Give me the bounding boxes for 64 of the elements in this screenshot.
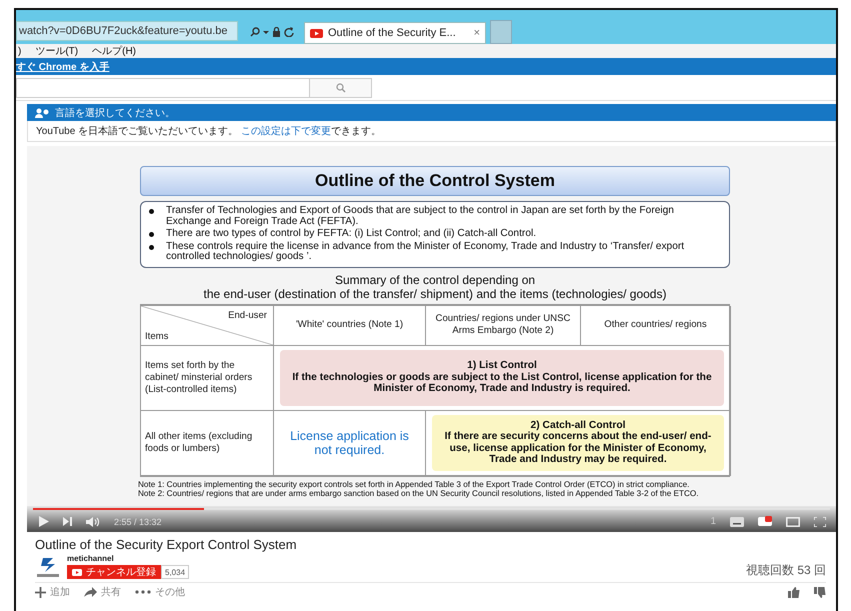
view-count: 視聴回数 53 回 [746, 562, 826, 579]
close-button[interactable]: × [474, 27, 480, 39]
caret-icon[interactable] [263, 29, 269, 35]
browser-tab[interactable]: Outline of the Security E... × [304, 22, 486, 44]
refresh-icon[interactable] [284, 27, 294, 37]
slide-title: Outline of the Control System [140, 166, 730, 196]
table-cell: License application is not required. [274, 410, 426, 476]
subscriber-count: 5,034 [161, 565, 190, 579]
menu-item[interactable]: ツール(T) [35, 44, 78, 58]
time-display: 2:55 / 13:32 [114, 516, 162, 526]
box-text: If the technologies or goods are subject to the List Control, license application for the Minister of Economy, Trade and Industry is required. [291, 372, 713, 395]
summary-text: Summary of the control depending on [334, 272, 536, 286]
people-icon [35, 108, 49, 118]
summary-text: the end-user (destination of the transfer/ shipment) and the items (technologies/ goods) [204, 286, 666, 300]
table-header: Other countries/ regions [581, 306, 731, 346]
plus-icon [35, 586, 46, 598]
box-heading: 2) Catch-all Control [530, 420, 626, 431]
annotation-count: 1 [710, 516, 716, 527]
channel-logo-icon[interactable] [35, 555, 61, 579]
table-cell: All other items (excluding foods or lumbers) [141, 410, 274, 476]
footnote: Note 1: Countries implementing the security export controls set forth in Appended Table 3 of the Export Trade Control Order (ETCO) in strict compliance. [138, 480, 690, 488]
captions-icon[interactable] [730, 516, 744, 526]
bullet-icon [149, 209, 154, 214]
notice-title: 言語を選択してください。 [55, 106, 175, 120]
table-header: 'White' countries (Note 1) [274, 306, 426, 346]
chrome-link[interactable]: すぐ Chrome を入手 [16, 60, 110, 74]
youtube-icon [310, 28, 323, 38]
action-button[interactable]: その他 [135, 585, 185, 599]
bullet-text: Transfer of Technologies and Export of Goods that are subject to the control in Japan are set forth by the Foreign Exchange and Foreign Trade Act (FEFTA). [166, 206, 675, 227]
bullet-text: These controls require the license in advance from the Minister of Economy, Trade and Industry to ‘Transfer/ export controlled technologies/ goods ’. [166, 242, 686, 262]
fullscreen-icon[interactable] [814, 516, 826, 526]
notice-text: YouTube を日本語でご覧いただいています。 この設定は下で変更できます。 [36, 124, 381, 138]
lock-icon [272, 27, 281, 37]
bullet-text: There are two types of control by FEFTA: (i) List Control; and (ii) Catch-all Control. [166, 229, 536, 240]
address-bar[interactable]: watch?v=0D6BU7F2uck&feature=youtu.be [16, 21, 238, 41]
thumbs-down-icon[interactable] [814, 586, 826, 598]
theater-icon[interactable] [786, 516, 800, 526]
next-icon[interactable] [63, 517, 72, 526]
box-text: If there are security concerns about the end-user/ end-use, license application for the Minister of Economy, Trade and Industry may be required. [444, 431, 712, 466]
play-icon[interactable] [39, 516, 49, 527]
action-button[interactable]: 共有 [84, 585, 121, 599]
volume-icon[interactable] [86, 516, 100, 526]
channel-name[interactable]: metichannel [67, 554, 190, 563]
table-cell: Items set forth by the cabinet/ minsterial orders (List-controlled items) [141, 346, 274, 410]
share-icon [84, 587, 97, 597]
bullet-icon [149, 244, 154, 250]
footnote: Note 2: Countries/ regions that are under arms embargo sanction based on the UN Security Council resolutions, listed in Appended Table 3-2 of the ETCO. [138, 488, 700, 498]
thumbs-up-icon[interactable] [788, 586, 800, 598]
table-header: Items [145, 330, 168, 342]
video-title: Outline of the Security Export Control System [35, 537, 298, 552]
search-icon [336, 82, 346, 92]
table-header: Countries/ regions under UNSC Arms Embargo (Note 2) [426, 306, 581, 346]
more-icon [135, 590, 151, 594]
table-header: End-user [228, 310, 267, 320]
youtube-icon [72, 568, 82, 576]
settings-link[interactable]: この設定は下で変更 [240, 126, 331, 137]
menu-item[interactable]: ) [18, 46, 22, 56]
bullet-icon [149, 232, 154, 237]
search-icon[interactable] [250, 27, 260, 37]
box-heading: 1) List Control [467, 360, 537, 372]
menu-item[interactable]: ヘルプ(H) [92, 44, 136, 58]
action-button[interactable]: 追加 [35, 585, 70, 599]
search-field[interactable] [16, 78, 310, 98]
subscribe-button[interactable]: チャンネル登録 [67, 565, 161, 579]
